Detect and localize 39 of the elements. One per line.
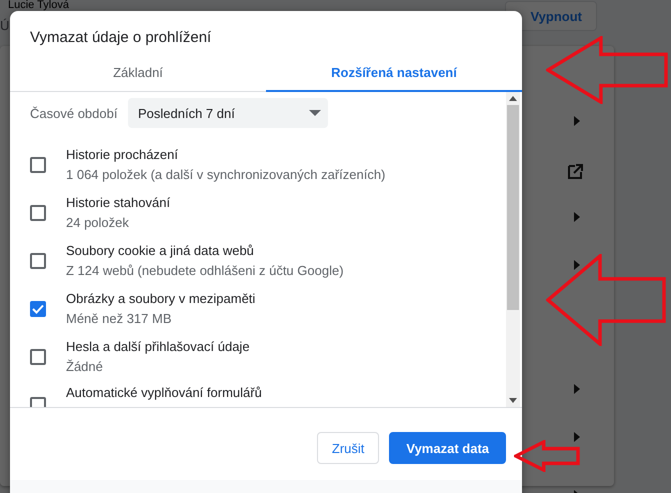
option-title: Automatické vyplňování formulářů: [66, 384, 262, 402]
arrow-icon: [546, 36, 668, 104]
checkbox[interactable]: [30, 205, 46, 221]
dialog-title: Vymazat údaje o prohlížení: [29, 28, 212, 48]
scrollbar[interactable]: [506, 92, 520, 407]
chevron-icon[interactable]: [574, 384, 580, 394]
option-detail: Z 124 webů (nebudete odhlášeni z účtu Google): [66, 262, 344, 280]
setting-label: Ú: [0, 18, 10, 33]
arrow-icon: [514, 440, 580, 472]
scrollbar-thumb[interactable]: [507, 105, 519, 310]
chevron-icon[interactable]: [574, 260, 580, 270]
tab[interactable]: Základní: [10, 56, 266, 92]
option-title: Historie procházení: [66, 146, 179, 164]
scroll-down-icon[interactable]: [509, 398, 517, 403]
cancel-button[interactable]: Zrušit: [316, 432, 380, 464]
chevron-icon[interactable]: [574, 432, 580, 442]
option-detail: Méně než 317 MB: [66, 310, 173, 328]
option-detail: Žádné: [66, 358, 104, 376]
dropdown-arrow-icon: [309, 110, 321, 116]
checkbox[interactable]: [30, 349, 46, 365]
scroll-up-icon[interactable]: [509, 96, 517, 101]
checkbox[interactable]: [30, 253, 46, 269]
checkbox[interactable]: [30, 157, 46, 173]
option-detail: 1 064 položek (a další v synchronizovaných zařízeních): [66, 166, 386, 184]
external-link-icon[interactable]: [567, 164, 583, 180]
chevron-icon[interactable]: [574, 116, 580, 126]
option-title: Soubory cookie a jiná data webů: [66, 242, 255, 260]
time-range-dropdown[interactable]: Posledních 7 dní: [128, 98, 328, 128]
option-detail: 24 položek: [66, 214, 130, 232]
checkbox[interactable]: [30, 301, 46, 317]
arrow-icon: [546, 254, 666, 346]
option-title: Hesla a další přihlašovací údaje: [66, 338, 250, 356]
chevron-icon[interactable]: [574, 212, 580, 222]
option-title: Obrázky a soubory v mezipaměti: [66, 290, 256, 308]
profile-name: Lucie Tylová: [8, 0, 69, 10]
option-title: Historie stahování: [66, 194, 170, 212]
clear-data-button[interactable]: Vymazat data: [389, 432, 506, 464]
tab[interactable]: Rozšířená nastavení: [266, 56, 522, 92]
time-range-label: Časové období: [30, 106, 118, 120]
